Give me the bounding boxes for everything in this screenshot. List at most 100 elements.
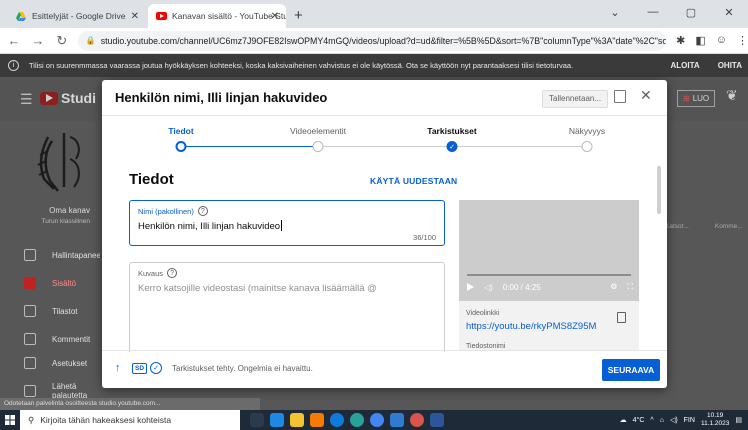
edge-beta-icon[interactable] [350, 413, 364, 427]
title-input[interactable]: Nimi (pakollinen) ? Henkilön nimi, Illi … [129, 200, 445, 246]
column-header-comments: Komme... [714, 223, 743, 230]
store-app-icon[interactable] [270, 413, 284, 427]
network-icon[interactable]: ⌂ [660, 417, 664, 424]
windows-start-icon[interactable] [0, 410, 20, 430]
weather-temp: 4°C [632, 416, 645, 424]
reload-icon[interactable]: ↻ [52, 33, 72, 49]
reuse-details-button[interactable]: KÄYTÄ UUDESTAAN [370, 176, 457, 186]
browser-toolbar: ← → ↻ 🔒 studio.youtube.com/channel/UC6mz… [0, 28, 748, 54]
analytics-icon [24, 305, 36, 317]
sidebar-item-analytics[interactable]: Tilastot [0, 301, 100, 321]
lock-icon: 🔒 [85, 36, 96, 45]
settings-gear-icon[interactable]: ⚙ [610, 282, 617, 292]
browser-tab-strip: Esittelyjät - Google Drive ✕ Kanavan sis… [0, 0, 748, 28]
profile-avatar-icon[interactable]: ☺ [716, 34, 727, 47]
sidebar-item-content[interactable]: Sisältö [0, 273, 100, 293]
chrome-profile-icon[interactable] [410, 413, 424, 427]
studio-logo[interactable]: Studi [40, 90, 96, 106]
weather-icon[interactable]: ☁ [620, 416, 627, 424]
info-icon: i [8, 60, 19, 71]
close-dialog-icon[interactable]: ✕ [640, 87, 652, 104]
taskbar-clock[interactable]: 10.19 11.1.2023 [701, 412, 729, 428]
volume-icon[interactable]: ◁) [670, 416, 678, 424]
account-avatar[interactable]: ❦ [726, 87, 744, 109]
extensions-icon[interactable]: ✱ [676, 34, 685, 47]
sidebar-item-settings[interactable]: Asetukset [0, 353, 100, 373]
input-language[interactable]: FIN [684, 417, 695, 424]
help-question-icon[interactable]: ? [167, 268, 178, 278]
video-preview-player[interactable]: ◁) 0:00 / 4:25 ⚙ ⛶ [459, 200, 639, 301]
fullscreen-icon[interactable]: ⛶ [627, 282, 633, 292]
step-visibility-label[interactable]: Näkyvyys [569, 126, 605, 136]
address-bar[interactable]: 🔒 studio.youtube.com/channel/UC6mz7J9OFE… [77, 30, 667, 51]
description-input[interactable]: Kuvaus ? Kerro katsojille videostasi (ma… [129, 262, 445, 352]
content-icon [24, 277, 36, 289]
word-app-icon[interactable] [430, 413, 444, 427]
copy-link-icon[interactable] [617, 312, 626, 323]
stepper-line [181, 146, 318, 147]
close-window-button[interactable]: ✕ [710, 0, 748, 24]
tab-search-icon[interactable]: ⌄ [596, 0, 634, 24]
feedback-flag-icon[interactable] [614, 90, 626, 103]
maximize-button[interactable]: ▢ [672, 0, 710, 24]
sidebar-item-dashboard[interactable]: Hallintapaneeli [0, 245, 104, 265]
google-drive-icon [16, 11, 26, 21]
new-tab-button[interactable]: + [294, 7, 303, 24]
taskbar-search-placeholder: Kirjoita tähän hakeaksesi kohteista [40, 415, 172, 425]
sidepanel-icon[interactable]: ◧ [695, 34, 705, 47]
step-checks-label[interactable]: Tarkistukset [427, 126, 476, 136]
skip-button[interactable]: OHITA [718, 61, 742, 70]
checks-status-text: Tarkistukset tehty. Ongelmia ei havaittu… [172, 364, 313, 373]
comments-icon [24, 333, 36, 345]
edge-browser-icon[interactable] [330, 413, 344, 427]
tab-youtube-studio[interactable]: Kanavan sisältö - YouTube Studio ✕ [148, 4, 286, 28]
app-icon[interactable] [390, 413, 404, 427]
upload-arrow-icon[interactable]: ↑ [115, 362, 121, 374]
tab-close-icon[interactable]: ✕ [271, 11, 279, 22]
feedback-icon [24, 385, 36, 397]
create-button[interactable]: ⊞ LUO [677, 90, 716, 107]
notifications-icon[interactable]: ▤ [735, 416, 742, 424]
step-video-elements-label[interactable]: Videoelementit [290, 126, 346, 136]
step-details-label[interactable]: Tiedot [168, 126, 193, 136]
video-time: 0:00 / 4:25 [502, 282, 541, 292]
step-video-elements-dot[interactable] [312, 141, 324, 152]
checks-ok-icon[interactable]: ✓ [150, 362, 162, 374]
step-details-dot[interactable] [175, 141, 187, 152]
dialog-scrollbar[interactable] [657, 166, 661, 214]
menu-kebab-icon[interactable]: ⋮ [737, 34, 748, 47]
file-explorer-icon[interactable] [290, 413, 304, 427]
video-link[interactable]: https://youtu.be/rkyPMS8Z95M [466, 321, 596, 332]
video-progress-track[interactable] [467, 274, 631, 276]
sidebar-item-comments[interactable]: Kommentit [0, 329, 100, 349]
tray-chevron-icon[interactable]: ^ [650, 417, 653, 424]
next-button[interactable]: SEURAAVA [602, 359, 660, 381]
hamburger-menu-icon[interactable]: ☰ [20, 91, 33, 108]
tab-google-drive[interactable]: Esittelyjät - Google Drive ✕ [8, 4, 146, 28]
create-video-icon: ⊞ [683, 94, 690, 103]
channel-subtitle: Turun klassilinen [41, 218, 90, 225]
description-placeholder: Kerro katsojille videostasi (mainitse ka… [138, 283, 377, 294]
volume-icon[interactable]: ◁) [484, 283, 493, 292]
tab-label: Esittelyjät - Google Drive [32, 11, 126, 21]
taskbar-search-box[interactable]: ⚲ Kirjoita tähän hakeaksesi kohteista [20, 410, 240, 430]
search-icon: ⚲ [28, 414, 35, 425]
task-view-icon[interactable] [250, 413, 264, 427]
office-app-icon[interactable] [310, 413, 324, 427]
channel-logo [37, 133, 80, 192]
step-checks-check-icon[interactable]: ✓ [446, 141, 458, 152]
chrome-icon[interactable] [370, 413, 384, 427]
back-arrow-icon[interactable]: ← [4, 33, 24, 48]
windows-taskbar: ⚲ Kirjoita tähän hakeaksesi kohteista ☁ … [0, 410, 748, 430]
dialog-title: Henkilön nimi, Illi linjan hakuvideo [115, 90, 328, 105]
play-icon[interactable] [467, 283, 474, 291]
sd-quality-badge[interactable]: SD [132, 363, 148, 374]
upload-stepper: Tiedot Videoelementit Tarkistukset Näkyv… [102, 116, 667, 156]
tab-close-icon[interactable]: ✕ [131, 11, 139, 22]
start-2fa-button[interactable]: ALOITA [671, 61, 700, 70]
help-question-icon[interactable]: ? [197, 206, 208, 216]
step-visibility-dot[interactable] [581, 141, 593, 152]
minimize-button[interactable]: — [634, 0, 672, 24]
forward-arrow-icon[interactable]: → [28, 33, 48, 48]
title-field-label: Nimi (pakollinen) [138, 206, 194, 216]
